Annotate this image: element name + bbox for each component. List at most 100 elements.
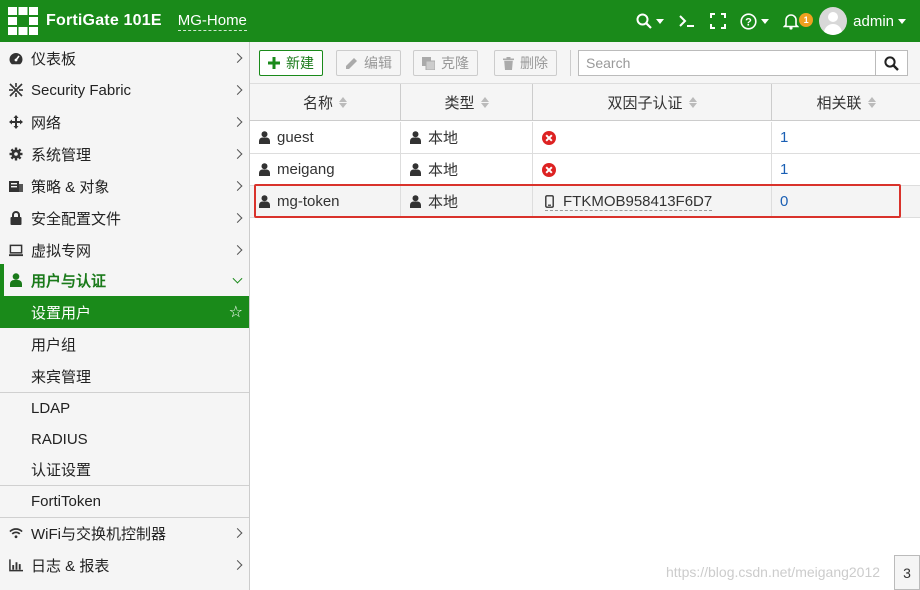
column-label: 双因子认证 bbox=[607, 95, 683, 112]
sidebar-item-user-groups[interactable]: 用户组 bbox=[0, 328, 249, 360]
user-icon bbox=[259, 163, 270, 176]
sidebar-item-label: 设置用户 bbox=[31, 304, 92, 322]
watermark: https://blog.csdn.net/meigang2012 bbox=[666, 564, 881, 580]
chevron-right-icon bbox=[232, 85, 243, 95]
top-header: FortiGate 101E MG-Home ? 1 admin bbox=[0, 0, 920, 42]
caret-down-icon bbox=[898, 18, 906, 24]
sort-icon bbox=[867, 97, 876, 108]
reference-count-link[interactable]: 1 bbox=[780, 161, 788, 178]
trash-icon bbox=[503, 56, 514, 70]
table-row[interactable]: guest 本地 1 bbox=[250, 122, 920, 154]
cell-references: 0 bbox=[772, 186, 920, 217]
column-header-name[interactable]: 名称 bbox=[250, 84, 401, 121]
fabric-icon bbox=[9, 83, 23, 97]
sidebar-item-label: 网络 bbox=[31, 114, 62, 132]
sidebar-item-auth-settings[interactable]: 认证设置 bbox=[0, 454, 249, 485]
sidebar-item-label: 认证设置 bbox=[31, 462, 92, 479]
sidebar-item-log-report[interactable]: 日志 & 报表 bbox=[0, 549, 249, 581]
clone-button[interactable]: 克隆 bbox=[413, 50, 478, 76]
column-header-two-factor[interactable]: 双因子认证 bbox=[533, 84, 772, 121]
column-header-references[interactable]: 相关联 bbox=[772, 84, 920, 121]
toolbar: 新建 编辑 克隆 删除 bbox=[250, 42, 920, 84]
cell-type: 本地 bbox=[401, 122, 533, 153]
sidebar-item-label: 用户组 bbox=[31, 336, 77, 354]
delete-button[interactable]: 删除 bbox=[494, 50, 557, 76]
cell-references: 1 bbox=[772, 154, 920, 185]
table-header: 名称 类型 双因子认证 相关联 bbox=[250, 84, 920, 121]
search-input[interactable] bbox=[579, 51, 875, 75]
page-count-indicator[interactable]: 3 bbox=[894, 555, 920, 590]
column-label: 名称 bbox=[302, 95, 333, 112]
user-name: meigang bbox=[277, 161, 335, 178]
sidebar-item-label: 安全配置文件 bbox=[31, 210, 122, 228]
reference-count-link[interactable]: 0 bbox=[780, 193, 788, 210]
notifications-button[interactable]: 1 bbox=[783, 0, 814, 42]
column-label: 类型 bbox=[444, 95, 475, 112]
search-box bbox=[578, 50, 908, 76]
sidebar-item-dashboard[interactable]: 仪表板 bbox=[0, 42, 249, 74]
sidebar-item-radius[interactable]: RADIUS bbox=[0, 424, 249, 454]
search-icon bbox=[636, 13, 652, 29]
gear-icon bbox=[9, 147, 23, 161]
cli-console-button[interactable] bbox=[678, 0, 696, 42]
sidebar-item-user-definition[interactable]: 设置用户 ☆ bbox=[0, 296, 249, 328]
sidebar-item-guest-management[interactable]: 来宾管理 bbox=[0, 360, 249, 392]
sidebar-item-ldap[interactable]: LDAP bbox=[0, 393, 249, 424]
sidebar-group-user-auth[interactable]: 用户与认证 bbox=[0, 264, 249, 296]
chevron-right-icon bbox=[232, 117, 243, 127]
sidebar-item-network[interactable]: 网络 bbox=[0, 106, 249, 138]
create-new-button[interactable]: 新建 bbox=[259, 50, 323, 76]
chevron-right-icon bbox=[232, 53, 243, 63]
table-row[interactable]: meigang 本地 1 bbox=[250, 154, 920, 186]
fortinet-logo-icon bbox=[8, 7, 38, 35]
table-row[interactable]: mg-token 本地 FTKMOB958413F6D7 0 bbox=[250, 186, 920, 218]
hostname[interactable]: MG-Home bbox=[177, 12, 247, 31]
clone-label: 克隆 bbox=[441, 55, 469, 71]
help-icon: ? bbox=[740, 12, 757, 30]
sort-icon bbox=[339, 97, 347, 108]
user-icon bbox=[259, 131, 270, 144]
reference-count-link[interactable]: 1 bbox=[780, 129, 788, 146]
fortinet-logo[interactable] bbox=[8, 6, 38, 36]
search-button[interactable] bbox=[875, 51, 907, 75]
edit-button[interactable]: 编辑 bbox=[336, 50, 401, 76]
network-icon bbox=[9, 115, 23, 129]
cell-name: meigang bbox=[250, 154, 401, 185]
user-name: guest bbox=[277, 129, 314, 146]
cli-icon bbox=[679, 15, 695, 27]
cell-name: guest bbox=[250, 122, 401, 153]
sidebar-item-fortitoken[interactable]: FortiToken bbox=[0, 486, 249, 517]
pencil-icon bbox=[345, 57, 358, 70]
cell-type: 本地 bbox=[401, 186, 533, 217]
monitor-icon bbox=[9, 243, 23, 257]
sidebar-item-label: 来宾管理 bbox=[31, 368, 92, 386]
sidebar-item-security-profiles[interactable]: 安全配置文件 bbox=[0, 202, 249, 234]
sidebar-item-label: 策略 & 对象 bbox=[31, 178, 110, 196]
fullscreen-button[interactable] bbox=[710, 0, 727, 42]
disabled-x-icon bbox=[542, 162, 556, 177]
dashboard-icon bbox=[9, 51, 23, 65]
avatar bbox=[819, 7, 848, 35]
help-menu[interactable]: ? bbox=[740, 0, 770, 42]
cell-two-factor bbox=[533, 122, 772, 153]
favorite-star-icon[interactable]: ☆ bbox=[229, 302, 243, 322]
fortitoken-serial: FTKMOB958413F6D7 bbox=[563, 192, 713, 210]
cell-references: 1 bbox=[772, 122, 920, 153]
user-name: mg-token bbox=[277, 193, 340, 210]
cell-two-factor bbox=[533, 154, 772, 185]
sidebar-item-label: 虚拟专网 bbox=[31, 242, 92, 260]
user-icon bbox=[410, 195, 421, 208]
sidebar-item-wifi-switch[interactable]: WiFi与交换机控制器 bbox=[0, 517, 249, 549]
search-menu[interactable] bbox=[636, 0, 665, 42]
sidebar-item-system[interactable]: 系统管理 bbox=[0, 138, 249, 170]
column-header-type[interactable]: 类型 bbox=[401, 84, 533, 121]
fortitoken-link[interactable]: FTKMOB958413F6D7 bbox=[545, 192, 713, 211]
user-menu[interactable]: admin bbox=[819, 0, 906, 42]
column-label: 相关联 bbox=[816, 95, 862, 112]
sidebar-item-security-fabric[interactable]: Security Fabric bbox=[0, 74, 249, 106]
sidebar-item-label: 系统管理 bbox=[31, 146, 92, 164]
fullscreen-icon bbox=[710, 13, 727, 29]
sidebar-item-policy-objects[interactable]: 策略 & 对象 bbox=[0, 170, 249, 202]
sidebar-item-vpn[interactable]: 虚拟专网 bbox=[0, 234, 249, 266]
svg-text:?: ? bbox=[745, 16, 752, 28]
